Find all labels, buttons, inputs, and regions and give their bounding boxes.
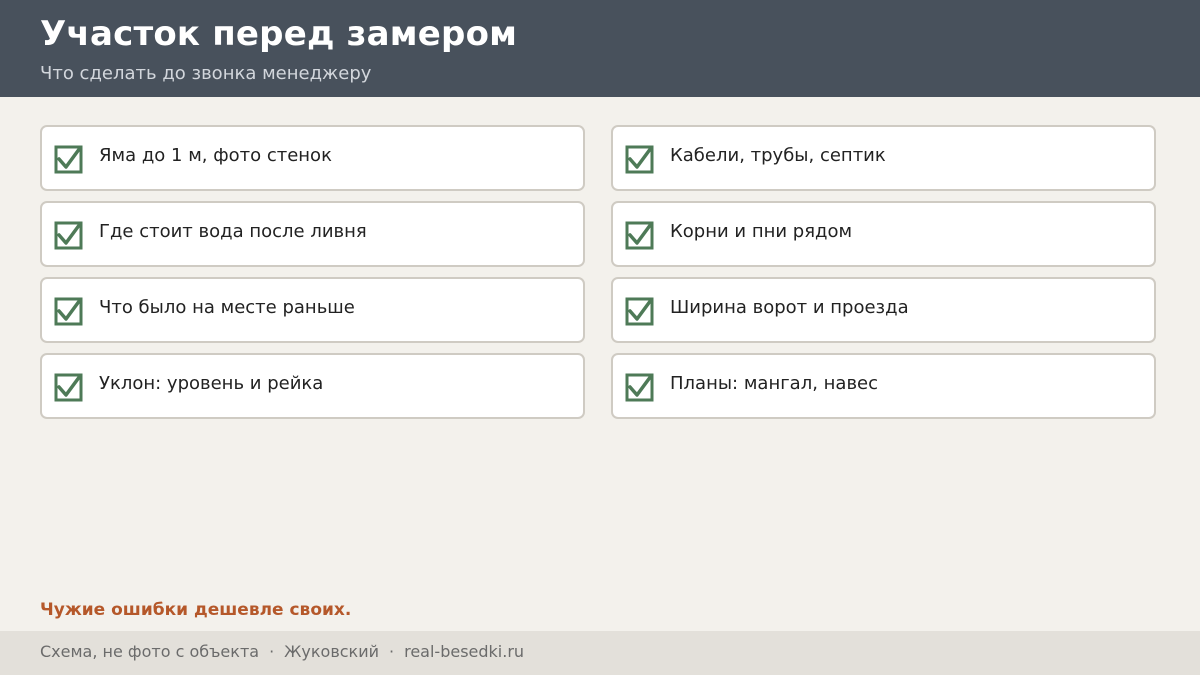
footer-text: Схема, не фото с объекта · Жуковский · real-…: [40, 642, 524, 661]
checklist-item-label: Планы: мангал, навес: [670, 373, 879, 394]
checklist-item-label: Кабели, трубы, септик: [670, 145, 886, 166]
checklist-item: Планы: мангал, навес: [611, 353, 1156, 419]
footer-bar: Схема, не фото с объекта · Жуковский · real-…: [0, 631, 1200, 675]
checklist-grid: Яма до 1 м, фото стенок Кабели, трубы, с…: [40, 125, 1156, 419]
checkbox-checked-icon: [625, 220, 655, 250]
page-subtitle: Что сделать до звонка менеджеру: [40, 63, 372, 84]
checklist-item-label: Что было на месте раньше: [99, 297, 355, 318]
header-bar: Участок перед замером Что сделать до зво…: [0, 0, 1200, 97]
checkbox-checked-icon: [625, 372, 655, 402]
page-title: Участок перед замером: [40, 14, 518, 54]
checklist-item: Что было на месте раньше: [40, 277, 585, 343]
checklist-item: Где стоит вода после ливня: [40, 201, 585, 267]
checkbox-checked-icon: [54, 220, 84, 250]
checklist-item-label: Ширина ворот и проезда: [670, 297, 909, 318]
checklist-item: Кабели, трубы, септик: [611, 125, 1156, 191]
checklist-item-label: Где стоит вода после ливня: [99, 221, 367, 242]
footer-site: real-besedki.ru: [404, 642, 525, 661]
footer-separator: ·: [389, 642, 395, 661]
footer-city: Жуковский: [284, 642, 379, 661]
checklist-item: Ширина ворот и проезда: [611, 277, 1156, 343]
checkbox-checked-icon: [54, 296, 84, 326]
checklist-item-label: Яма до 1 м, фото стенок: [99, 145, 332, 166]
footer-disclaimer: Схема, не фото с объекта: [40, 642, 260, 661]
page: Участок перед замером Что сделать до зво…: [0, 0, 1200, 675]
checklist-item: Корни и пни рядом: [611, 201, 1156, 267]
bottom-note: Чужие ошибки дешевле своих.: [40, 600, 352, 620]
checklist-item: Яма до 1 м, фото стенок: [40, 125, 585, 191]
checkbox-checked-icon: [625, 296, 655, 326]
checkbox-checked-icon: [54, 144, 84, 174]
checklist-item: Уклон: уровень и рейка: [40, 353, 585, 419]
checklist-item-label: Уклон: уровень и рейка: [99, 373, 324, 394]
checkbox-checked-icon: [625, 144, 655, 174]
checklist-item-label: Корни и пни рядом: [670, 221, 853, 242]
footer-separator: ·: [269, 642, 275, 661]
checkbox-checked-icon: [54, 372, 84, 402]
